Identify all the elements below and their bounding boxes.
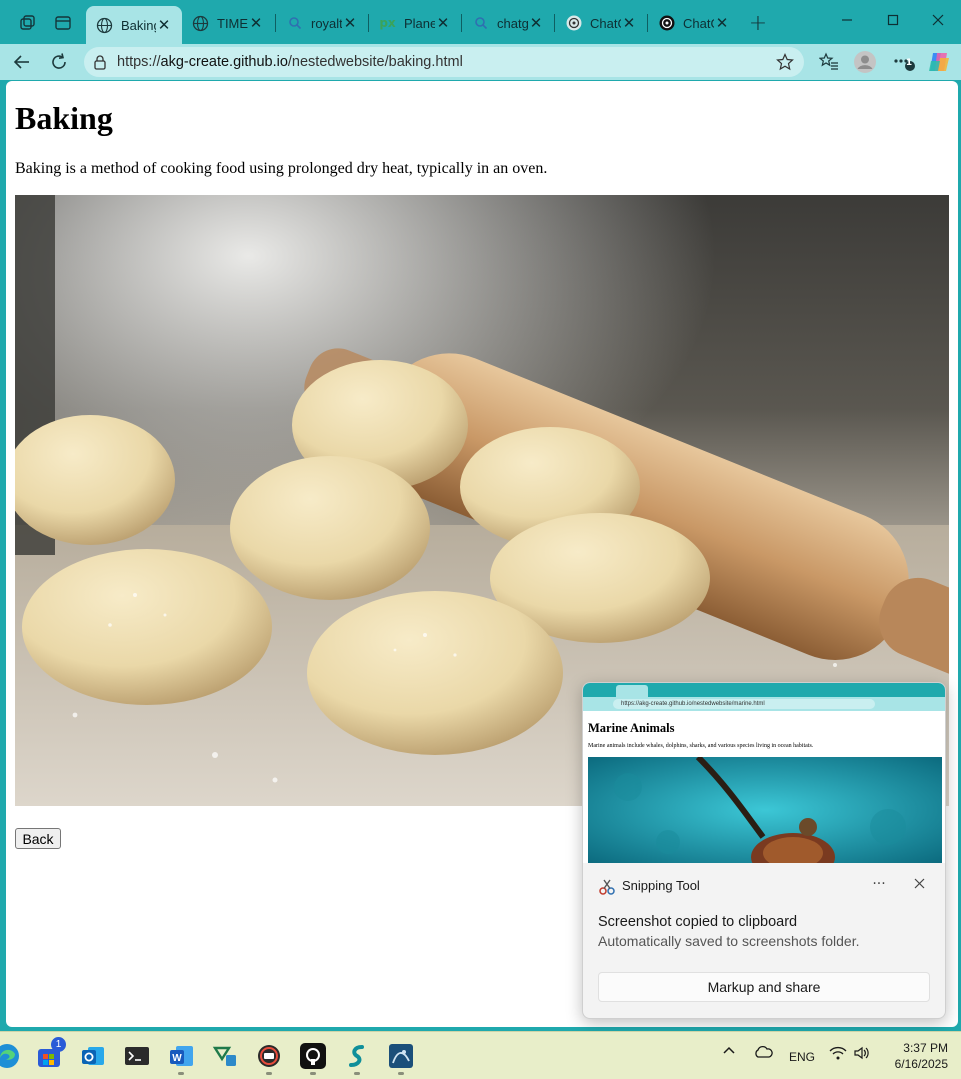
close-tab-icon[interactable]: ✕: [528, 14, 544, 32]
language-indicator[interactable]: ENG: [789, 1050, 815, 1064]
more-options-icon[interactable]: ···: [869, 875, 889, 895]
running-indicator: [178, 1072, 184, 1075]
tab-time[interactable]: TIME E ✕: [182, 6, 274, 40]
sway-icon[interactable]: [344, 1043, 370, 1069]
wifi-icon[interactable]: [829, 1046, 847, 1063]
clock-time: 3:37 PM: [903, 1041, 948, 1055]
tab-strip: Baking ✕ TIME E ✕ royalty ✕ px Planet ✕ …: [0, 0, 961, 44]
preview-paragraph: Marine animals include whales, dolphins,…: [588, 743, 814, 749]
tab-planet[interactable]: px Planet ✕: [369, 6, 461, 40]
px-icon: px: [379, 16, 396, 30]
microsoft-store-icon[interactable]: 1: [36, 1037, 66, 1069]
tab-title: royalty: [311, 15, 342, 31]
lock-icon[interactable]: [93, 54, 107, 74]
screen-recorder-icon[interactable]: [256, 1043, 282, 1069]
preview-tab-strip: [583, 683, 945, 697]
taskbar: 1 W ENG 3:37 PM 6/16/2025: [0, 1031, 961, 1079]
tab-title: Planet: [404, 15, 435, 31]
close-tab-icon[interactable]: ✕: [156, 16, 172, 34]
toast-title: Screenshot copied to clipboard: [598, 914, 798, 930]
screenshot-preview[interactable]: https://akg-create.github.io/nestedwebsi…: [583, 683, 945, 863]
markup-and-share-button[interactable]: Markup and share: [598, 972, 930, 1002]
snipping-tool-icon: [598, 878, 616, 896]
svg-text:W: W: [172, 1053, 182, 1064]
toast-subtitle: Automatically saved to screenshots folde…: [598, 933, 860, 949]
toast-app-name: Snipping Tool: [622, 878, 700, 893]
tab-chatgpt-search[interactable]: chatgp ✕: [462, 6, 554, 40]
browser-toolbar: https://akg-create.github.io/nestedwebsi…: [0, 44, 961, 80]
volume-icon[interactable]: [853, 1046, 871, 1063]
terminal-icon[interactable]: [124, 1043, 150, 1069]
search-icon: [472, 15, 489, 32]
preview-heading: Marine Animals: [588, 721, 675, 735]
running-indicator: [310, 1072, 316, 1075]
favorites-icon[interactable]: [815, 48, 843, 76]
favorite-star-icon[interactable]: [776, 53, 794, 75]
url-text[interactable]: https://akg-create.github.io/nestedwebsi…: [117, 54, 463, 70]
running-indicator: [266, 1072, 272, 1075]
outlook-icon[interactable]: [80, 1043, 106, 1069]
more-options-icon[interactable]: 1: [889, 48, 917, 76]
close-tab-icon[interactable]: ✕: [342, 14, 358, 32]
tab-actions-icon[interactable]: [49, 9, 77, 37]
clock-date: 6/16/2025: [894, 1057, 948, 1071]
openai-icon: [565, 15, 582, 32]
address-bar[interactable]: https://akg-create.github.io/nestedwebsi…: [84, 47, 804, 77]
tab-chatgpt-2[interactable]: ChatG ✕: [648, 6, 740, 40]
running-indicator: [398, 1072, 404, 1075]
preview-active-tab: [616, 685, 648, 697]
tab-baking[interactable]: Baking ✕: [86, 6, 182, 44]
word-icon[interactable]: W: [168, 1043, 194, 1069]
page-title: Baking: [15, 100, 113, 136]
tab-royalty[interactable]: royalty ✕: [276, 6, 368, 40]
chevron-up-icon[interactable]: [722, 1044, 736, 1061]
close-tab-icon[interactable]: ✕: [435, 14, 451, 32]
snipping-tool-notification[interactable]: https://akg-create.github.io/nestedwebsi…: [582, 682, 946, 1019]
preview-url: https://akg-create.github.io/nestedwebsi…: [613, 699, 875, 709]
back-button[interactable]: Back: [15, 828, 61, 849]
globe-icon: [96, 17, 113, 34]
url-protocol: https://: [117, 54, 161, 70]
globe-icon: [192, 15, 209, 32]
close-window-icon[interactable]: [914, 0, 961, 40]
back-arrow-icon[interactable]: [8, 48, 36, 76]
extension-badge: 1: [905, 58, 913, 68]
url-path: /nestedwebsite/baking.html: [287, 54, 463, 70]
tab-title: Baking: [121, 17, 156, 33]
close-tab-icon[interactable]: ✕: [714, 14, 730, 32]
preview-turtle-image: [588, 757, 942, 863]
system-clock[interactable]: 3:37 PM 6/16/2025: [880, 1040, 948, 1072]
visual-studio-icon[interactable]: [212, 1043, 238, 1069]
tab-title: chatgp: [497, 15, 528, 31]
running-indicator: [354, 1072, 360, 1075]
minimize-icon[interactable]: [823, 0, 871, 40]
profile-avatar-icon[interactable]: [851, 48, 879, 76]
openai-icon: [658, 15, 675, 32]
copilot-icon[interactable]: [925, 48, 953, 76]
github-icon[interactable]: [300, 1043, 326, 1069]
tab-chatgpt-1[interactable]: ChatG ✕: [555, 6, 647, 40]
workspaces-icon[interactable]: [13, 9, 41, 37]
maximize-icon[interactable]: [869, 0, 917, 40]
tab-title: ChatG: [590, 15, 621, 31]
close-tab-icon[interactable]: ✕: [248, 14, 264, 32]
onedrive-cloud-icon[interactable]: [753, 1045, 773, 1062]
new-tab-button[interactable]: +: [744, 9, 772, 37]
store-badge: 1: [51, 1037, 66, 1052]
close-tab-icon[interactable]: ✕: [621, 14, 637, 32]
close-icon[interactable]: [909, 875, 929, 895]
mysql-workbench-icon[interactable]: [388, 1043, 414, 1069]
search-icon: [286, 15, 303, 32]
page-description: Baking is a method of cooking food using…: [15, 160, 548, 177]
refresh-icon[interactable]: [45, 48, 73, 76]
tab-title: TIME E: [217, 15, 248, 31]
url-host: akg-create.github.io: [160, 54, 288, 70]
edge-icon[interactable]: [0, 1043, 20, 1069]
tab-title: ChatG: [683, 15, 714, 31]
